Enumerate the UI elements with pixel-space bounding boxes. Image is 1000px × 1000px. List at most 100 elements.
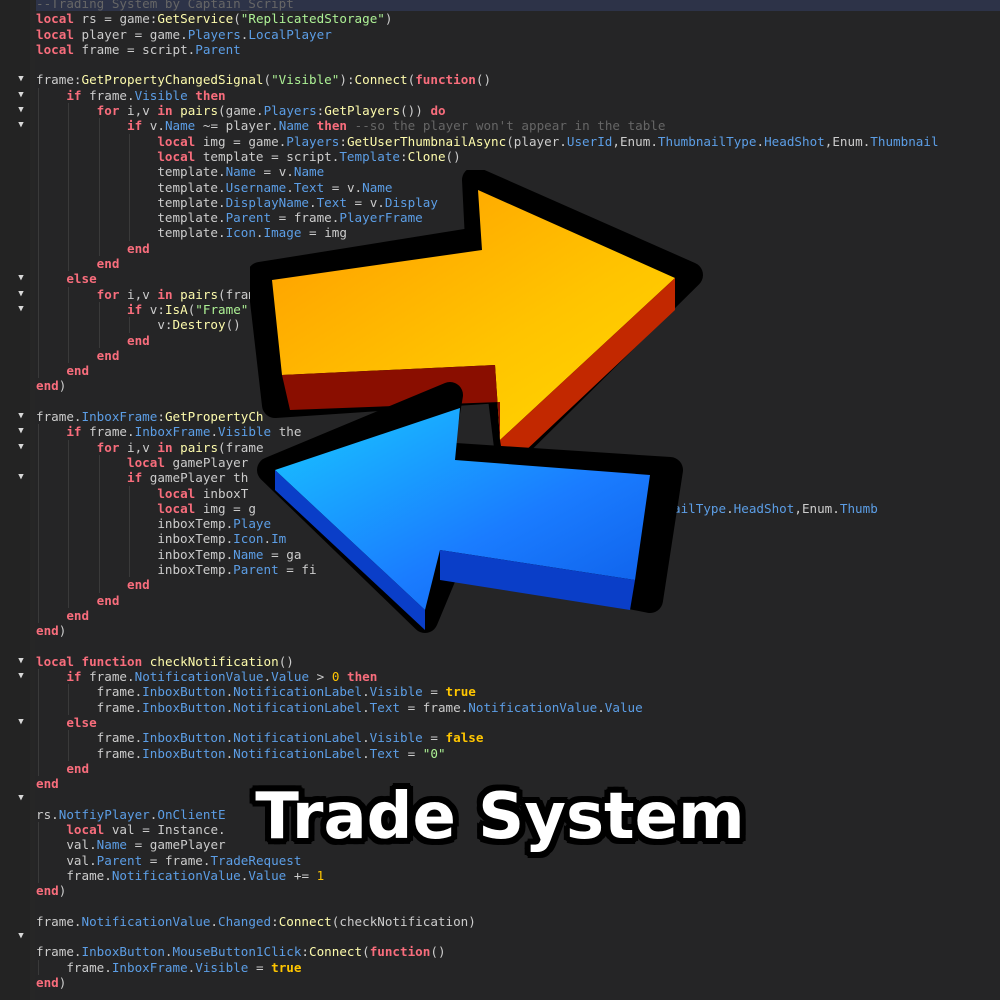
indent-guide <box>38 240 39 257</box>
fold-toggle-icon[interactable]: ▼ <box>16 271 26 286</box>
indent-guide <box>129 133 131 149</box>
code-line[interactable]: local frame = script.Parent <box>36 42 1000 57</box>
code-line[interactable]: local player = game.Players.LocalPlayer <box>36 27 1000 42</box>
code-line[interactable]: local rs = game:GetService("ReplicatedSt… <box>36 11 1000 26</box>
code-line[interactable]: if frame.Visible then ▼ <box>18 87 1000 104</box>
fold-toggle-icon[interactable]: ▼ <box>16 88 26 103</box>
fold-toggle-icon[interactable]: ▼ <box>16 929 26 944</box>
code-line[interactable]: end) <box>36 883 1000 898</box>
fold-toggle-icon[interactable]: ▼ <box>16 302 26 317</box>
indent-guide <box>68 240 70 257</box>
indent-guide <box>38 256 39 272</box>
code-line[interactable]: frame.InboxButton.NotificationLabel.Visi… <box>36 684 1000 700</box>
indent-guide <box>38 607 39 624</box>
code-line[interactable]: else ▼ <box>18 714 1000 731</box>
code-line[interactable]: local img = game.Players:GetUserThumbnai… <box>36 133 1000 149</box>
fold-toggle-icon[interactable]: ▼ <box>16 440 26 455</box>
indent-guide <box>68 164 70 180</box>
code-line[interactable]: end <box>36 760 1000 777</box>
indent-guide <box>129 546 131 562</box>
indent-guide <box>68 103 70 119</box>
code-text: end) <box>36 623 67 639</box>
code-line[interactable]: frame.InboxButton.NotificationLabel.Visi… <box>36 730 1000 746</box>
indent-guide <box>38 500 39 517</box>
indent-guide <box>98 301 100 318</box>
indent-guide <box>38 225 39 241</box>
indent-guide <box>98 317 100 333</box>
code-line[interactable]: frame:GetPropertyChangedSignal("Visible"… <box>18 72 1000 87</box>
code-line[interactable]: val.Parent = frame.TradeRequest <box>36 852 1000 868</box>
fold-toggle-icon[interactable]: ▼ <box>16 72 26 87</box>
fold-toggle-icon[interactable]: ▼ <box>16 409 26 424</box>
fold-toggle-icon[interactable]: ▼ <box>16 715 26 730</box>
indent-guide <box>38 531 39 547</box>
indent-guide <box>98 148 100 165</box>
indent-guide <box>68 470 70 486</box>
indent-guide <box>129 500 131 517</box>
indent-guide <box>68 500 70 517</box>
code-line[interactable]: frame.NotificationValue.Value += 1 <box>36 867 1000 884</box>
code-line[interactable] <box>36 57 1000 72</box>
code-line[interactable]: frame.InboxButton.NotificationLabel.Text… <box>36 745 1000 761</box>
indent-guide <box>38 133 39 149</box>
code-text: end <box>127 332 150 348</box>
code-text: frame.NotificationValue.Changed:Connect(… <box>36 913 476 929</box>
indent-guide <box>98 500 100 517</box>
code-text: end <box>96 347 120 363</box>
code-line[interactable]: ▼ <box>18 929 1000 944</box>
indent-guide <box>68 577 70 593</box>
indent-guide <box>68 439 70 455</box>
blue-arrow <box>257 382 683 633</box>
code-line[interactable]: frame.InboxFrame.Visible = true <box>36 959 1000 975</box>
code-line[interactable]: end) <box>36 975 1000 990</box>
indent-guide <box>68 301 70 318</box>
code-text: val.Parent = frame.TradeRequest <box>36 852 302 868</box>
fold-toggle-icon[interactable]: ▼ <box>16 654 26 669</box>
code-line[interactable]: if frame.NotificationValue.Value > 0 the… <box>18 669 1000 685</box>
code-line[interactable]: local function checkNotification() ▼ <box>18 654 1000 669</box>
code-text: end) <box>36 975 67 990</box>
code-text: end) <box>36 883 67 899</box>
indent-guide <box>38 363 39 379</box>
fold-toggle-icon[interactable]: ▼ <box>16 118 26 133</box>
fold-toggle-icon[interactable]: ▼ <box>16 103 26 118</box>
trade-arrows-icon <box>250 170 703 633</box>
code-text: frame.InboxButton.MouseButton1Click:Conn… <box>36 944 446 960</box>
indent-guide <box>38 454 39 471</box>
indent-guide <box>38 577 39 593</box>
indent-guide <box>98 133 100 149</box>
indent-guide <box>98 210 100 226</box>
fold-toggle-icon[interactable]: ▼ <box>16 669 26 684</box>
indent-guide <box>38 194 39 211</box>
code-line[interactable] <box>36 899 1000 914</box>
indent-guide <box>38 347 39 364</box>
indent-guide <box>38 699 39 715</box>
indent-guide <box>38 470 39 486</box>
indent-guide <box>68 148 70 165</box>
indent-guide <box>38 87 39 104</box>
code-line[interactable]: local template = script.Template:Clone() <box>36 148 1000 165</box>
code-text: else <box>66 714 97 730</box>
indent-guide <box>38 301 39 318</box>
indent-guide <box>68 317 70 333</box>
code-line[interactable]: --Trading System by Captain_Script <box>36 0 1000 12</box>
indent-guide <box>129 164 131 180</box>
code-line[interactable]: if v.Name ~= player.Name then --so the p… <box>18 118 1000 134</box>
indent-guide <box>129 210 131 226</box>
code-text: if v.Name ~= player.Name then --so the p… <box>127 118 666 134</box>
indent-guide <box>98 225 100 241</box>
fold-toggle-icon[interactable]: ▼ <box>16 424 26 439</box>
code-text: local img = game.Players:GetUserThumbnai… <box>157 133 939 149</box>
code-line[interactable]: frame.InboxButton.NotificationLabel.Text… <box>36 699 1000 715</box>
indent-guide <box>38 148 39 165</box>
indent-guide <box>98 194 100 211</box>
code-line[interactable]: frame.NotificationValue.Changed:Connect(… <box>36 914 1000 929</box>
indent-guide <box>38 684 39 700</box>
indent-guide <box>98 179 100 195</box>
fold-toggle-icon[interactable]: ▼ <box>16 287 26 302</box>
code-text: frame.InboxButton.NotificationLabel.Text… <box>36 745 446 761</box>
indent-guide <box>68 699 70 715</box>
fold-toggle-icon[interactable]: ▼ <box>16 470 26 485</box>
code-line[interactable]: for i,v in pairs(game.Players:GetPlayers… <box>18 103 1000 119</box>
code-line[interactable]: frame.InboxButton.MouseButton1Click:Conn… <box>36 944 1000 959</box>
